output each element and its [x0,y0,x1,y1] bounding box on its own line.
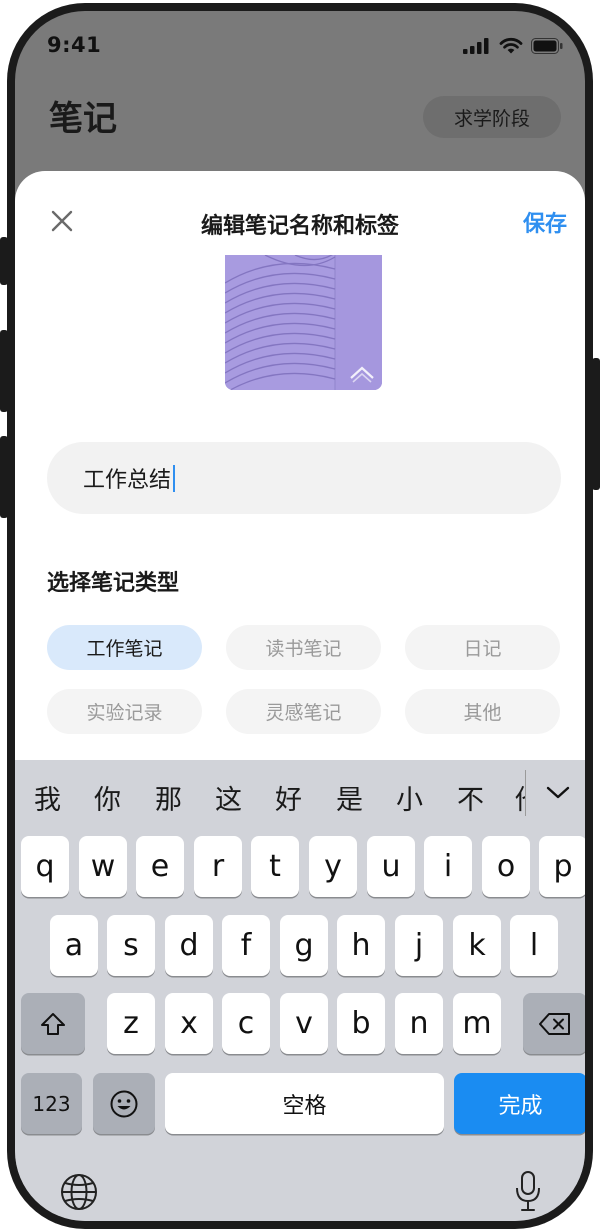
key-x[interactable]: x [165,993,213,1054]
key-u[interactable]: u [367,836,415,897]
notebook-name-input[interactable]: 工作总结 [47,442,561,514]
key-f[interactable]: f [222,915,270,976]
key-q[interactable]: q [21,836,69,897]
edit-sheet: 编辑笔记名称和标签 保存 工作总结 选择笔记类型 工作笔记 读书笔记 日记 实验… [15,171,585,811]
delete-key[interactable] [523,993,585,1054]
key-m[interactable]: m [453,993,501,1054]
candidate-word[interactable]: 你 [94,778,121,817]
note-type-chips: 工作笔记 读书笔记 日记 实验记录 灵感笔记 其他 [47,625,561,734]
chip-diary[interactable]: 日记 [405,625,560,670]
notebook-name-value: 工作总结 [83,468,172,493]
done-key[interactable]: 完成 [454,1073,585,1134]
key-y[interactable]: y [309,836,357,897]
emoji-icon [110,1090,138,1117]
page-title: 笔记 [49,99,117,139]
chip-reading-notes[interactable]: 读书笔记 [226,625,381,670]
stage-button[interactable]: 求学阶段 [423,96,561,138]
candidate-word[interactable]: 我 [34,778,61,817]
candidate-bar: 我 你 那 这 好 是 小 不 他 [15,760,585,832]
backspace-icon [539,1012,570,1035]
key-a[interactable]: a [50,915,98,976]
candidate-word[interactable]: 是 [336,778,363,817]
screen: 9:41 笔记 求学阶段 编辑笔记名称和标签 保存 工作总结 选择笔记类型 工作… [15,11,585,1221]
key-j[interactable]: j [395,915,443,976]
text-caret [173,464,176,492]
candidate-word[interactable]: 小 [396,778,423,817]
key-o[interactable]: o [482,836,530,897]
chip-other[interactable]: 其他 [405,689,560,734]
key-e[interactable]: e [136,836,184,897]
signal-icon [463,37,489,54]
key-z[interactable]: z [107,993,155,1054]
emoji-key[interactable] [93,1073,155,1134]
type-section-title: 选择笔记类型 [47,571,180,596]
space-key[interactable]: 空格 [165,1073,444,1134]
globe-icon[interactable] [59,1172,99,1212]
numbers-key[interactable]: 123 [21,1073,82,1134]
shift-icon [41,1012,65,1035]
status-time: 9:41 [47,33,102,57]
candidate-word[interactable]: 他 [515,778,525,817]
key-g[interactable]: g [280,915,328,976]
key-c[interactable]: c [222,993,270,1054]
sheet-title: 编辑笔记名称和标签 [200,214,399,239]
chip-work-notes[interactable]: 工作笔记 [47,625,202,670]
key-h[interactable]: h [337,915,385,976]
key-p[interactable]: p [539,836,585,897]
candidate-word[interactable]: 不 [457,778,484,817]
key-i[interactable]: i [424,836,472,897]
key-b[interactable]: b [337,993,385,1054]
candidate-word[interactable]: 这 [215,778,242,817]
key-s[interactable]: s [107,915,155,976]
wifi-icon [499,37,523,54]
notebook-cover[interactable] [225,255,382,390]
key-w[interactable]: w [79,836,127,897]
key-t[interactable]: t [251,836,299,897]
chip-inspiration-notes[interactable]: 灵感笔记 [226,689,381,734]
candidate-divider [525,770,526,816]
cover-pattern [225,255,382,390]
microphone-icon[interactable] [515,1170,541,1212]
key-k[interactable]: k [453,915,501,976]
chip-experiment-log[interactable]: 实验记录 [47,689,202,734]
candidate-clip: 他 [515,760,525,830]
key-r[interactable]: r [194,836,242,897]
candidate-word[interactable]: 那 [155,778,182,817]
battery-icon [531,37,563,54]
key-n[interactable]: n [395,993,443,1054]
key-d[interactable]: d [165,915,213,976]
key-l[interactable]: l [510,915,558,976]
key-v[interactable]: v [280,993,328,1054]
candidate-word[interactable]: 好 [275,778,302,817]
status-icons [463,37,563,54]
save-button[interactable]: 保存 [523,206,567,238]
side-button-power [592,358,600,490]
keyboard: 我 你 那 这 好 是 小 不 他 q w e r t y u i o p a … [15,760,585,1221]
chevron-down-icon[interactable] [545,784,571,802]
shift-key[interactable] [21,993,85,1054]
